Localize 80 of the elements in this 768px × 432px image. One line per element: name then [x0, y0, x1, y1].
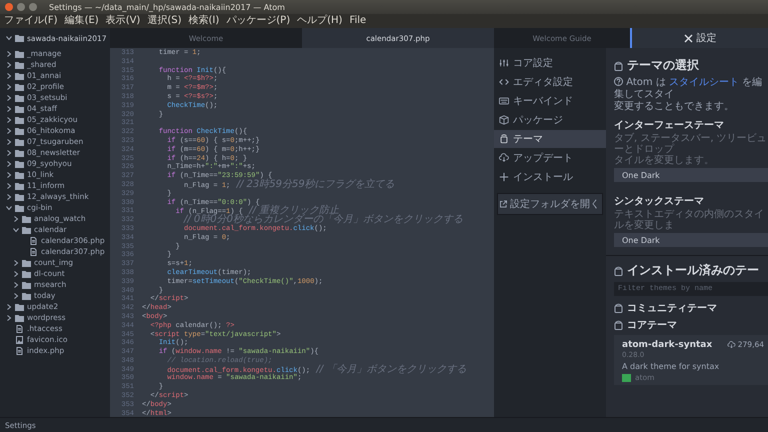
section-heading: コアテーマ — [627, 319, 677, 332]
file-icon — [29, 236, 38, 244]
chevron-right-icon[interactable] — [6, 84, 12, 90]
chevron-right-icon[interactable] — [6, 160, 12, 166]
keyboard-icon — [499, 96, 509, 106]
field-label: インターフェーステーマ — [614, 119, 725, 132]
package-description: A dark theme for syntax — [622, 362, 720, 371]
chevron-right-icon[interactable] — [6, 72, 12, 78]
paint-can-icon — [614, 60, 623, 70]
field-description: タブ, ステータスバー, ツリービューとドロップ タイルを変更します。 — [614, 133, 768, 166]
tools-icon — [684, 34, 692, 42]
chevron-right-icon[interactable] — [13, 216, 19, 222]
paint-can-icon — [614, 303, 623, 313]
chevron-right-icon[interactable] — [6, 128, 12, 134]
chevron-right-icon[interactable] — [13, 292, 19, 298]
image-file-icon — [15, 336, 24, 344]
chevron-right-icon[interactable] — [6, 194, 12, 200]
question-icon — [614, 77, 623, 86]
package-icon — [499, 115, 509, 125]
chevron-right-icon[interactable] — [6, 182, 12, 188]
section-heading: テーマの選択 — [627, 57, 699, 74]
close-button[interactable] — [5, 3, 13, 11]
menu-item[interactable]: File — [349, 15, 366, 27]
theme-dropdown[interactable]: One Dark — [614, 168, 768, 182]
paint-can-icon — [614, 320, 623, 330]
field-description: テキストエディタの内側のスタイルを変更しま — [614, 209, 765, 231]
settings-tab[interactable]: 設定 — [630, 28, 768, 48]
settings-nav-item[interactable]: テーマ — [494, 130, 606, 148]
code-icon — [499, 77, 509, 87]
cloud-download-icon — [499, 153, 509, 163]
file-icon — [15, 346, 24, 354]
field-label: シンタックステーマ — [614, 195, 704, 208]
open-folder-button[interactable]: 設定フォルダを開く — [497, 193, 603, 215]
chevron-right-icon[interactable] — [6, 62, 12, 68]
settings-nav-item[interactable]: インストール — [494, 168, 606, 186]
sliders-icon — [499, 58, 509, 68]
chevron-right-icon[interactable] — [6, 94, 12, 100]
plus-icon — [499, 172, 509, 182]
window-title: Settings — ~/data_main/_hp/sawada-naikaiin2017 — Atom — [49, 2, 285, 12]
stylesheet-link[interactable]: スタイルシート — [669, 77, 739, 88]
chevron-right-icon[interactable] — [6, 172, 12, 178]
settings-nav-item[interactable]: アップデート — [494, 149, 606, 167]
menu-item[interactable]: 選択(S) — [147, 15, 182, 27]
intro-text: Atom は スタイルシート を編集してスタイ 変更することもできます。 — [614, 77, 764, 113]
chevron-right-icon[interactable] — [6, 150, 12, 156]
chevron-right-icon[interactable] — [6, 106, 12, 112]
menu-item[interactable]: ヘルプ(H) — [297, 15, 342, 27]
file-icon — [15, 324, 24, 332]
theme-dropdown[interactable]: One Dark — [614, 233, 768, 247]
maximize-button[interactable] — [29, 3, 37, 11]
paint-can-icon — [499, 134, 509, 144]
minimize-button[interactable] — [17, 3, 25, 11]
menu-item[interactable]: 表示(V) — [106, 15, 140, 27]
menu-item[interactable]: 編集(E) — [64, 15, 99, 27]
settings-nav-item[interactable]: エディタ設定 — [494, 73, 606, 91]
chevron-down-icon[interactable] — [6, 204, 12, 210]
chevron-right-icon[interactable] — [6, 304, 12, 310]
avatar-placeholder — [622, 374, 631, 382]
section-heading: コミュニティテーマ — [627, 302, 717, 315]
chevron-down-icon[interactable] — [6, 35, 12, 41]
chevron-right-icon[interactable] — [6, 138, 12, 144]
settings-nav-item[interactable]: キーバインド — [494, 92, 606, 110]
menu-item[interactable]: ファイル(F) — [4, 15, 58, 27]
chevron-right-icon[interactable] — [13, 270, 19, 276]
chevron-right-icon[interactable] — [13, 260, 19, 266]
settings-nav-item[interactable]: パッケージ — [494, 111, 606, 129]
file-icon — [29, 248, 38, 256]
code-line: // 0時0分0秒ならカレンダーの「今月」ボタンをクリックする — [184, 216, 464, 225]
settings-nav-item[interactable]: コア設定 — [494, 54, 606, 72]
section-heading: インストール済みのテー — [627, 262, 759, 279]
chevron-right-icon[interactable] — [13, 282, 19, 288]
paint-can-icon — [614, 266, 623, 276]
cloud-download-icon — [726, 340, 736, 348]
menu-item[interactable]: 検索(I) — [188, 15, 220, 27]
menu-item[interactable]: パッケージ(P) — [226, 15, 290, 27]
chevron-right-icon[interactable] — [6, 116, 12, 122]
chevron-down-icon[interactable] — [13, 226, 19, 232]
chevron-right-icon[interactable] — [6, 50, 12, 56]
external-link-icon — [500, 200, 507, 208]
chevron-right-icon[interactable] — [6, 314, 12, 320]
